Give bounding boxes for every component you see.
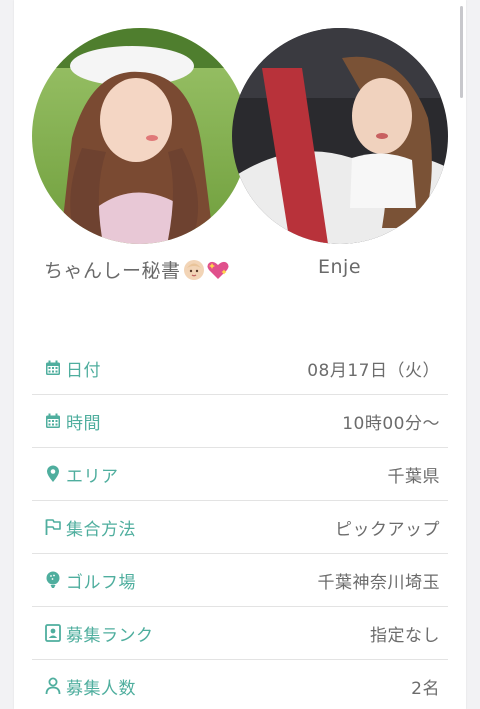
member-name-2: Enje	[318, 256, 362, 278]
member-name-1: ちゃんしー秘書	[44, 256, 230, 283]
detail-row-time: 時間 10時00分〜	[32, 395, 448, 448]
detail-row-area: エリア 千葉県	[32, 448, 448, 501]
calendar-icon	[44, 412, 62, 430]
detail-value: 千葉県	[387, 466, 440, 487]
detail-label: 募集人数	[66, 678, 136, 699]
event-detail-card: ちゃんしー秘書 Enje 日付 08月17日（火） 時間 10時00分〜 エリア…	[14, 0, 466, 709]
member-name-text: ちゃんしー秘書	[44, 260, 181, 282]
member-avatar-1[interactable]	[32, 28, 248, 244]
detail-row-headcount: 募集人数 2名	[32, 660, 448, 709]
detail-label: 集合方法	[66, 519, 136, 540]
detail-label: 募集ランク	[66, 625, 154, 646]
flag-icon	[44, 518, 62, 536]
person-icon	[44, 677, 62, 695]
detail-value: 10時00分〜	[342, 413, 440, 434]
detail-value: 千葉神奈川埼玉	[317, 572, 440, 593]
id-card-icon	[44, 624, 62, 642]
sparkling-heart-icon	[206, 259, 230, 281]
detail-row-rank: 募集ランク 指定なし	[32, 607, 448, 660]
detail-row-golf-course: ゴルフ場 千葉神奈川埼玉	[32, 554, 448, 607]
detail-value: 指定なし	[370, 625, 440, 646]
event-details-list: 日付 08月17日（火） 時間 10時00分〜 エリア 千葉県 集合方法 ピック…	[32, 342, 448, 709]
detail-value: 2名	[411, 678, 440, 699]
detail-label: 日付	[66, 360, 101, 381]
location-pin-icon	[44, 465, 62, 483]
detail-value: 08月17日（火）	[307, 360, 440, 381]
baby-emoji-icon	[183, 259, 205, 281]
detail-row-date: 日付 08月17日（火）	[32, 342, 448, 395]
member-avatar-2[interactable]	[232, 28, 448, 244]
detail-label: ゴルフ場	[66, 572, 136, 593]
golf-ball-icon	[44, 571, 62, 589]
detail-value: ピックアップ	[335, 519, 440, 540]
detail-row-meeting-method: 集合方法 ピックアップ	[32, 501, 448, 554]
detail-label: 時間	[66, 413, 101, 434]
detail-label: エリア	[66, 466, 119, 487]
member-section: ちゃんしー秘書 Enje	[14, 0, 466, 330]
calendar-icon	[44, 359, 62, 377]
